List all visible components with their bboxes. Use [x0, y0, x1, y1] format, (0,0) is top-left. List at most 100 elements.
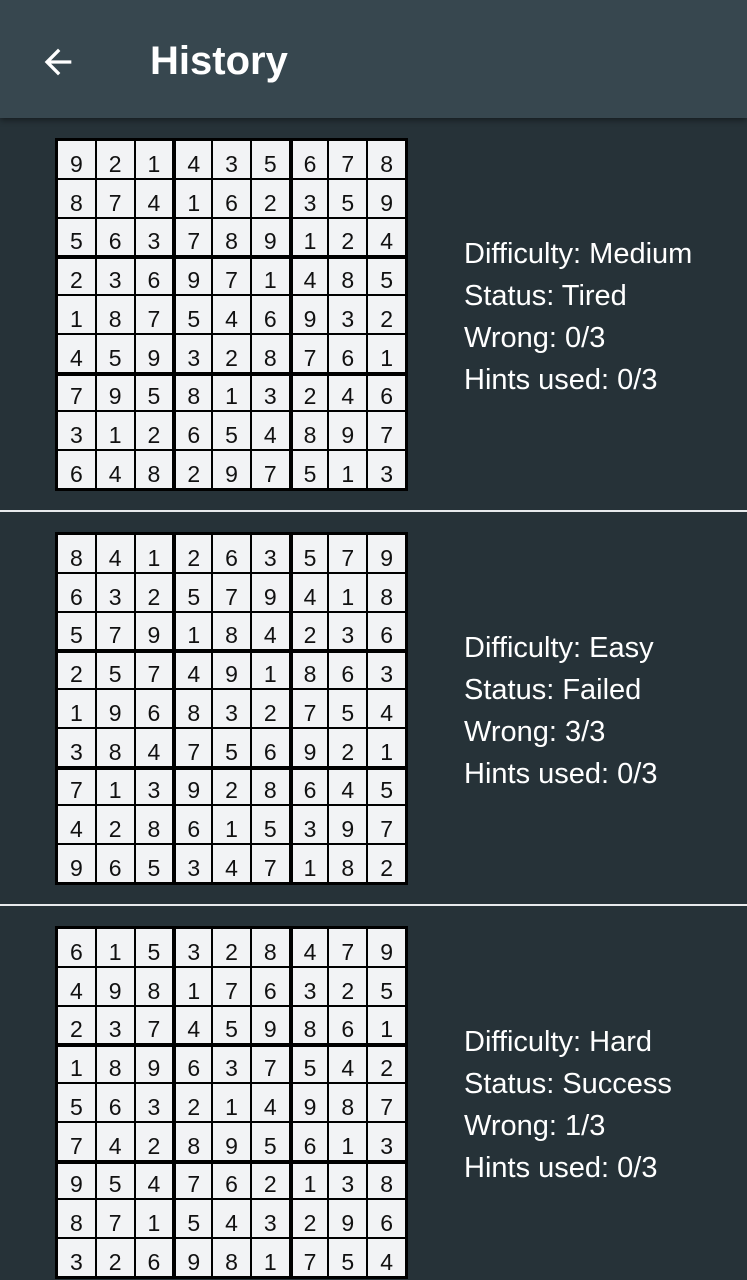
- sudoku-cell: 6: [368, 1200, 405, 1238]
- sudoku-cell: 2: [329, 728, 367, 766]
- sudoku-cell: 1: [213, 375, 250, 411]
- sudoku-cell: 3: [292, 967, 328, 1005]
- sudoku-cell: 6: [292, 1122, 328, 1160]
- sudoku-cell: 6: [135, 1239, 173, 1276]
- sudoku-cell: 9: [176, 259, 212, 295]
- sudoku-cell: 2: [251, 690, 289, 727]
- sudoku-cell: 7: [58, 375, 95, 411]
- history-item[interactable]: 9214356788741623595637891242369714851875…: [0, 118, 747, 512]
- sudoku-cell: 4: [135, 728, 173, 766]
- back-button[interactable]: [34, 38, 82, 86]
- history-item[interactable]: 6153284794981763252374598611896375425632…: [0, 906, 747, 1280]
- sudoku-cell: 2: [329, 967, 367, 1005]
- sudoku-cell: 3: [58, 412, 95, 450]
- sudoku-cell: 5: [329, 1239, 367, 1276]
- sudoku-cell: 1: [135, 535, 173, 572]
- sudoku-cell: 2: [58, 653, 95, 689]
- sudoku-cell: 2: [292, 375, 328, 411]
- game-info: Difficulty: Hard Status: Success Wrong: …: [464, 1021, 672, 1189]
- difficulty-text: Difficulty: Medium: [464, 238, 693, 270]
- sudoku-cell: 3: [329, 612, 367, 650]
- sudoku-cell: 6: [213, 179, 250, 217]
- sudoku-cell: 8: [368, 573, 405, 611]
- sudoku-cell: 2: [135, 1122, 173, 1160]
- sudoku-cell: 6: [329, 334, 367, 372]
- sudoku-cell: 5: [58, 612, 95, 650]
- sudoku-cell: 8: [58, 1200, 95, 1238]
- sudoku-cell: 1: [96, 412, 134, 450]
- sudoku-cell: 3: [368, 653, 405, 689]
- sudoku-cell: 7: [213, 967, 250, 1005]
- sudoku-cell: 8: [213, 218, 250, 256]
- sudoku-board: 9214356788741623595637891242369714851875…: [55, 138, 408, 491]
- sudoku-cell: 6: [176, 412, 212, 450]
- sudoku-cell: 1: [213, 1084, 250, 1121]
- sudoku-cell: 4: [292, 259, 328, 295]
- sudoku-cell: 3: [176, 845, 212, 882]
- sudoku-board: 8412635796325794185791842362574918631968…: [55, 532, 408, 885]
- sudoku-cell: 1: [251, 1239, 289, 1276]
- sudoku-cell: 7: [96, 1200, 134, 1238]
- difficulty-text: Difficulty: Hard: [464, 1026, 653, 1058]
- sudoku-cell: 7: [135, 296, 173, 333]
- sudoku-cell: 3: [176, 334, 212, 372]
- sudoku-cell: 8: [292, 653, 328, 689]
- wrong-count-text: Wrong: 1/3: [464, 1110, 606, 1142]
- sudoku-cell: 3: [251, 1200, 289, 1238]
- sudoku-cell: 5: [329, 690, 367, 727]
- sudoku-cell: 8: [368, 141, 405, 178]
- sudoku-cell: 4: [213, 1200, 250, 1238]
- sudoku-cell: 8: [213, 612, 250, 650]
- sudoku-cell: 5: [368, 769, 405, 805]
- history-item[interactable]: 8412635796325794185791842362574918631968…: [0, 512, 747, 906]
- sudoku-cell: 9: [251, 218, 289, 256]
- sudoku-cell: 2: [96, 806, 134, 844]
- sudoku-cell: 9: [176, 1239, 212, 1276]
- sudoku-cell: 7: [251, 1047, 289, 1083]
- sudoku-cell: 5: [58, 1084, 95, 1121]
- sudoku-cell: 7: [58, 769, 95, 805]
- sudoku-cell: 6: [176, 1047, 212, 1083]
- sudoku-cell: 2: [213, 769, 250, 805]
- sudoku-cell: 8: [96, 296, 134, 333]
- game-info: Difficulty: Easy Status: Failed Wrong: 3…: [464, 627, 657, 795]
- sudoku-cell: 1: [176, 612, 212, 650]
- sudoku-cell: 3: [96, 573, 134, 611]
- difficulty-text: Difficulty: Easy: [464, 632, 654, 664]
- sudoku-cell: 6: [213, 535, 250, 572]
- sudoku-cell: 8: [176, 375, 212, 411]
- sudoku-cell: 6: [96, 845, 134, 882]
- history-list[interactable]: 9214356788741623595637891242369714851875…: [0, 118, 747, 1280]
- sudoku-cell: 7: [292, 690, 328, 727]
- sudoku-cell: 2: [368, 1047, 405, 1083]
- sudoku-cell: 8: [292, 412, 328, 450]
- sudoku-cell: 4: [251, 412, 289, 450]
- page-title: History: [150, 39, 288, 83]
- status-text: Status: Failed: [464, 674, 642, 706]
- sudoku-cell: 5: [368, 967, 405, 1005]
- sudoku-cell: 3: [251, 535, 289, 572]
- sudoku-cell: 9: [292, 1084, 328, 1121]
- sudoku-cell: 9: [251, 573, 289, 611]
- sudoku-cell: 6: [213, 1163, 250, 1199]
- sudoku-cell: 9: [292, 728, 328, 766]
- sudoku-cell: 8: [329, 259, 367, 295]
- sudoku-cell: 3: [176, 929, 212, 966]
- sudoku-cell: 1: [368, 1006, 405, 1044]
- wrong-count-text: Wrong: 0/3: [464, 322, 606, 354]
- sudoku-cell: 7: [176, 728, 212, 766]
- sudoku-cell: 2: [213, 929, 250, 966]
- status-text: Status: Success: [464, 1068, 672, 1100]
- sudoku-cell: 8: [58, 179, 95, 217]
- sudoku-cell: 7: [292, 334, 328, 372]
- sudoku-cell: 5: [213, 412, 250, 450]
- sudoku-cell: 7: [213, 573, 250, 611]
- sudoku-cell: 9: [58, 1163, 95, 1199]
- sudoku-cell: 2: [58, 259, 95, 295]
- sudoku-cell: 2: [329, 218, 367, 256]
- sudoku-cell: 5: [96, 334, 134, 372]
- sudoku-cell: 5: [251, 1122, 289, 1160]
- sudoku-cell: 3: [213, 690, 250, 727]
- sudoku-cell: 6: [251, 967, 289, 1005]
- sudoku-cell: 4: [368, 1239, 405, 1276]
